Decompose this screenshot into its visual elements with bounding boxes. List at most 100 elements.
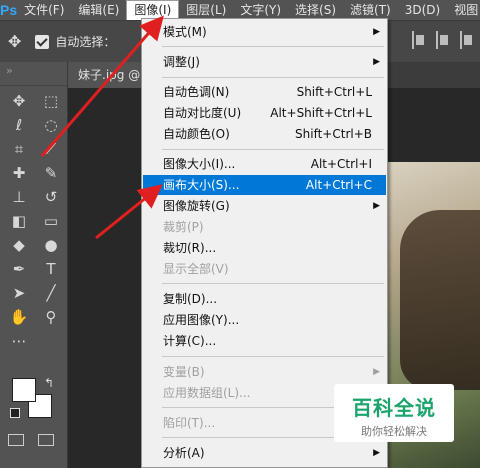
hand-icon[interactable]: ✋ — [4, 306, 34, 328]
move-icon[interactable]: ✥ — [4, 90, 34, 112]
history-brush-icon[interactable]: ↺ — [36, 186, 66, 208]
eyedropper-icon[interactable]: ⟋ — [36, 138, 66, 160]
align-icons — [412, 31, 474, 49]
menu-divider — [162, 46, 384, 47]
autoselect-checkbox[interactable] — [35, 34, 50, 49]
line-icon[interactable]: ╱ — [36, 282, 66, 304]
align-left-icon[interactable] — [412, 31, 426, 49]
watermark-subtitle: 助你轻松解决 — [361, 425, 427, 438]
menu-item-apply-image[interactable]: 应用图像(Y)... — [143, 310, 386, 330]
menu-item-shortcut: Alt+Ctrl+I — [310, 157, 372, 171]
menu-item-shortcut: Alt+Shift+Ctrl+L — [270, 106, 372, 120]
submenu-arrow-icon: ▶ — [373, 448, 380, 458]
menu-item-label: 自动对比度(U) — [163, 106, 242, 120]
menu-image[interactable]: 图像(I) — [126, 0, 180, 20]
healing-brush-icon[interactable]: ✚ — [4, 162, 34, 184]
move-tool-icon[interactable]: ✥ — [8, 32, 21, 51]
more-tools-icon[interactable]: ⋯ — [4, 330, 34, 352]
menu-item-label: 图像大小(I)... — [163, 157, 236, 171]
swap-colors-icon[interactable]: ↰ — [44, 376, 54, 390]
menu-item-auto-tone[interactable]: 自动色调(N) Shift+Ctrl+L — [143, 82, 386, 102]
menu-item-label: 裁切(R)... — [163, 241, 217, 255]
type-icon[interactable]: T — [36, 258, 66, 280]
brush-icon[interactable]: ✎ — [36, 162, 66, 184]
menu-item-auto-contrast[interactable]: 自动对比度(U) Alt+Shift+Ctrl+L — [143, 103, 386, 123]
menu-item-label: 变量(B) — [163, 365, 205, 379]
menu-divider — [162, 283, 384, 284]
photoshop-logo: Ps — [0, 2, 18, 18]
menu-item-shortcut: Shift+Ctrl+L — [296, 85, 372, 99]
menu-file[interactable]: 文件(F) — [17, 0, 71, 20]
menu-divider — [162, 149, 384, 150]
menu-item-label: 自动颜色(O) — [163, 127, 230, 141]
menu-divider — [162, 77, 384, 78]
tools-panel: ✥ ⬚ ℓ ◌ ⌗ ⟋ ✚ ✎ ⊥ ↺ ◧ ▭ ◆ ● ✒ T ➤ ╱ ✋ ⚲ … — [0, 62, 68, 468]
menu-type[interactable]: 文字(Y) — [233, 0, 288, 20]
blur-icon[interactable]: ◆ — [4, 234, 34, 256]
menu-item-label: 计算(C)... — [163, 334, 217, 348]
menu-item-calculations[interactable]: 计算(C)... — [143, 331, 386, 351]
crop-icon[interactable]: ⌗ — [4, 138, 34, 160]
menu-bar: Ps 文件(F) 编辑(E) 图像(I) 图层(L) 文字(Y) 选择(S) 滤… — [0, 0, 480, 20]
menu-item-auto-color[interactable]: 自动颜色(O) Shift+Ctrl+B — [143, 124, 386, 144]
menu-item-reveal-all[interactable]: 显示全部(V) — [143, 259, 386, 279]
menu-3d[interactable]: 3D(D) — [398, 0, 447, 20]
menu-item-label: 自动色调(N) — [163, 85, 230, 99]
submenu-arrow-icon: ▶ — [373, 201, 380, 211]
menu-select[interactable]: 选择(S) — [288, 0, 343, 20]
menu-item-duplicate[interactable]: 复制(D)... — [143, 289, 386, 309]
default-colors-icon[interactable] — [10, 408, 20, 418]
toolbar-collapse-icon[interactable] — [0, 62, 67, 86]
align-right-icon[interactable] — [460, 31, 474, 49]
menu-layer[interactable]: 图层(L) — [179, 0, 233, 20]
autoselect-label: 自动选择： — [55, 35, 116, 49]
eraser-icon[interactable]: ◧ — [4, 210, 34, 232]
marquee-icon[interactable]: ⬚ — [36, 90, 66, 112]
menu-item-label: 应用数据组(L)... — [163, 386, 251, 400]
watermark-title: 百科全说 — [352, 396, 436, 420]
menu-item-variables[interactable]: 变量(B) ▶ — [143, 362, 386, 382]
menu-item-canvas-size[interactable]: 画布大小(S)... Alt+Ctrl+C — [143, 175, 386, 195]
menu-item-image-size[interactable]: 图像大小(I)... Alt+Ctrl+I — [143, 154, 386, 174]
menu-item-analysis[interactable]: 分析(A) ▶ — [143, 443, 386, 463]
menu-item-label: 裁剪(P) — [163, 220, 204, 234]
screen-mode-icon[interactable] — [38, 434, 54, 446]
watermark-logo: 百科全说 助你轻松解决 — [334, 384, 454, 442]
menu-item-mode[interactable]: 模式(M) ▶ — [143, 22, 386, 42]
menu-item-label: 图像旋转(G) — [163, 199, 230, 213]
submenu-arrow-icon: ▶ — [373, 367, 380, 377]
menu-divider — [162, 356, 384, 357]
gradient-icon[interactable]: ▭ — [36, 210, 66, 232]
pen-icon[interactable]: ✒ — [4, 258, 34, 280]
zoom-icon[interactable]: ⚲ — [36, 306, 66, 328]
menu-item-label: 调整(J) — [163, 55, 200, 69]
quick-mask-icon[interactable] — [8, 434, 24, 446]
dodge-icon[interactable]: ● — [36, 234, 66, 256]
submenu-arrow-icon: ▶ — [373, 27, 380, 37]
menu-item-label: 复制(D)... — [163, 292, 218, 306]
clone-stamp-icon[interactable]: ⊥ — [4, 186, 34, 208]
menu-item-label: 显示全部(V) — [163, 262, 229, 276]
document-tab[interactable]: 妹子.jpg @ — [68, 62, 148, 88]
menu-item-label: 模式(M) — [163, 25, 207, 39]
menu-item-shortcut: Shift+Ctrl+B — [295, 127, 372, 141]
menu-item-label: 画布大小(S)... — [163, 178, 240, 192]
document-image-detail — [400, 210, 480, 390]
menu-filter[interactable]: 滤镜(T) — [343, 0, 398, 20]
menu-item-shortcut: Alt+Ctrl+C — [305, 178, 372, 192]
menu-item-label: 应用图像(Y)... — [163, 313, 240, 327]
path-select-icon[interactable]: ➤ — [4, 282, 34, 304]
menu-item-image-rotation[interactable]: 图像旋转(G) ▶ — [143, 196, 386, 216]
foreground-color-swatch[interactable] — [12, 378, 36, 402]
menu-item-crop[interactable]: 裁剪(P) — [143, 217, 386, 237]
menu-view[interactable]: 视图 — [447, 0, 480, 20]
submenu-arrow-icon: ▶ — [373, 57, 380, 67]
align-center-icon[interactable] — [436, 31, 450, 49]
quick-select-icon[interactable]: ◌ — [36, 114, 66, 136]
menu-item-label: 陷印(T)... — [163, 416, 216, 430]
menu-item-label: 分析(A) — [163, 446, 205, 460]
menu-item-trim[interactable]: 裁切(R)... — [143, 238, 386, 258]
lasso-icon[interactable]: ℓ — [4, 114, 34, 136]
menu-edit[interactable]: 编辑(E) — [71, 0, 126, 20]
menu-item-adjustments[interactable]: 调整(J) ▶ — [143, 52, 386, 72]
